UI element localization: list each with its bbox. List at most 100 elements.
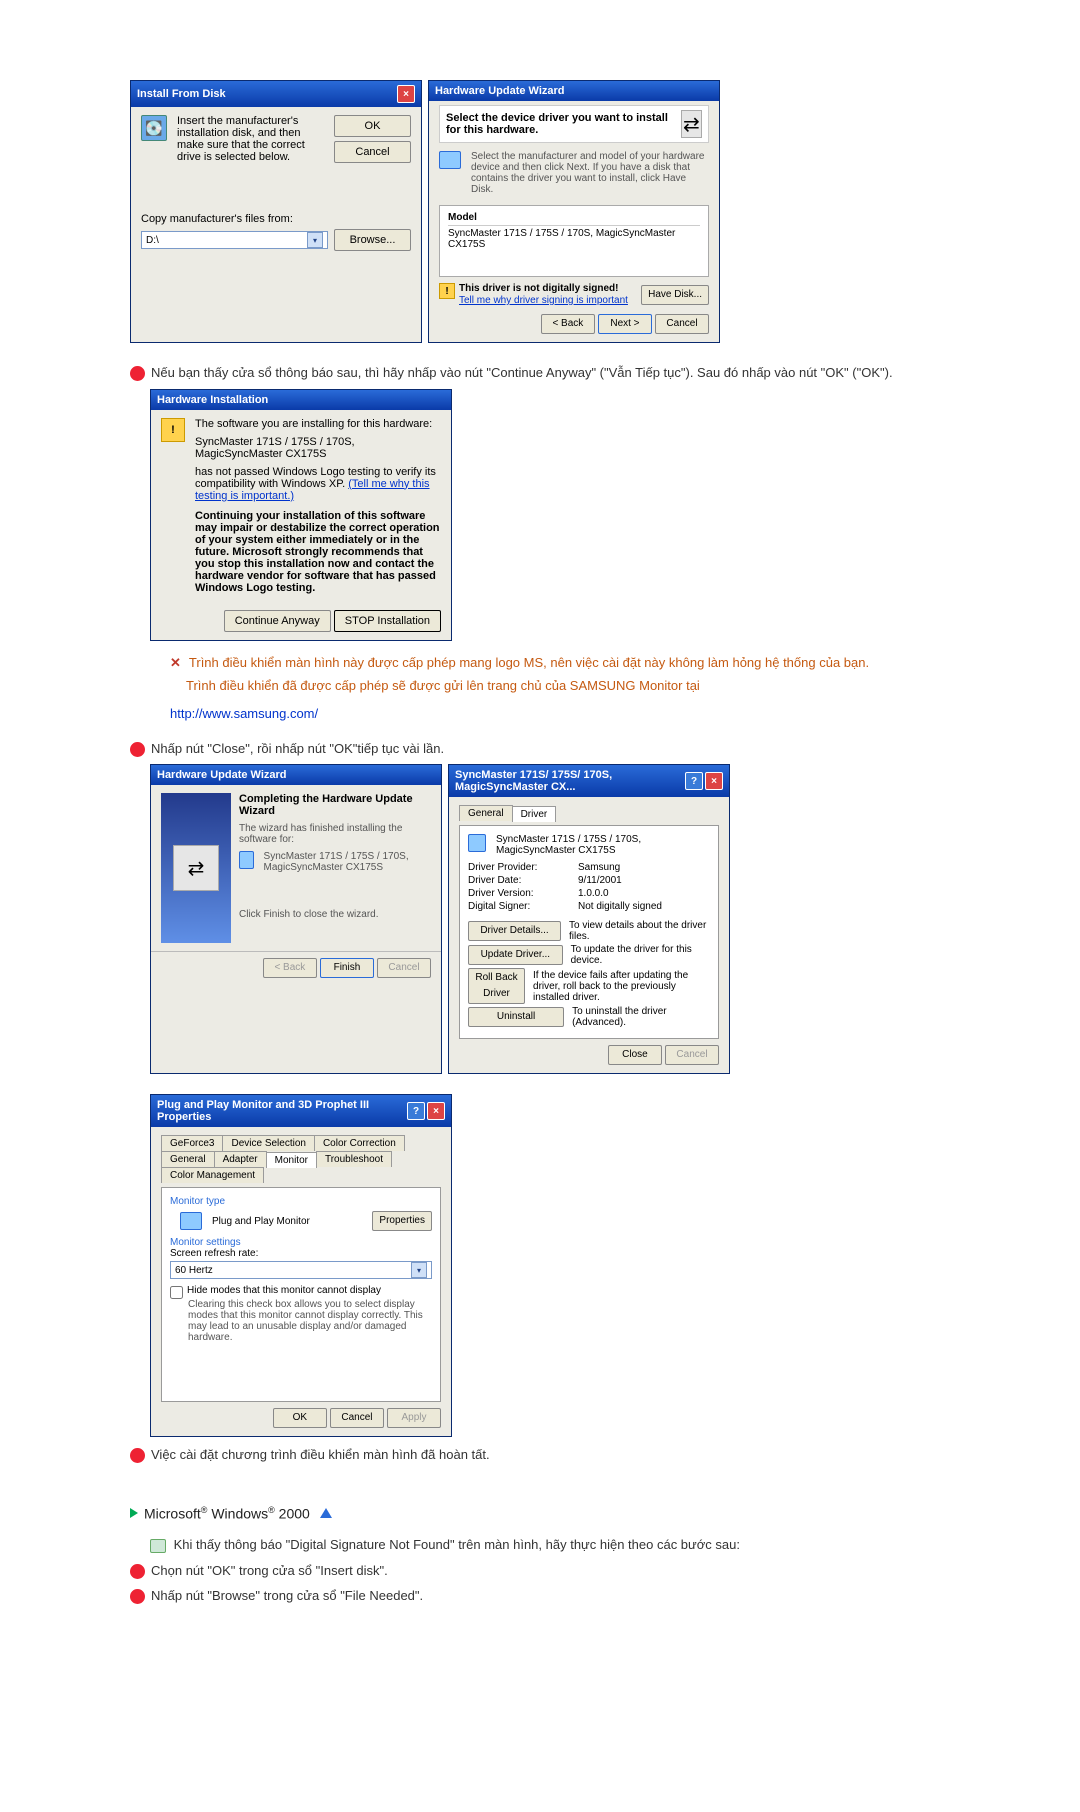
- rollback-driver-button[interactable]: Roll Back Driver: [468, 968, 525, 1004]
- chevron-down-icon[interactable]: ▾: [307, 232, 323, 248]
- uninstall-button[interactable]: Uninstall: [468, 1007, 564, 1027]
- step-10: 10Việc cài đặt chương trình điều khiển m…: [150, 1445, 950, 1465]
- dialog-title: Hardware Update Wizard: [435, 85, 565, 97]
- monitor-icon: [239, 851, 254, 869]
- tab-geforce3[interactable]: GeForce3: [161, 1135, 223, 1151]
- hide-modes-checkbox[interactable]: Hide modes that this monitor cannot disp…: [170, 1285, 432, 1299]
- disk-icon: 💽: [141, 115, 167, 141]
- up-arrow-icon[interactable]: [320, 1508, 332, 1518]
- monitor-icon: [439, 151, 461, 169]
- driver-details-button[interactable]: Driver Details...: [468, 921, 561, 941]
- wizard-icon: ⇄: [173, 845, 219, 891]
- have-disk-button[interactable]: Have Disk...: [641, 285, 709, 305]
- step-number-icon: 8: [130, 366, 145, 381]
- monitor-type-label: Monitor type: [170, 1196, 432, 1207]
- model-label: Model: [448, 212, 700, 223]
- device-name: SyncMaster 171S / 175S / 170S, MagicSync…: [496, 834, 710, 856]
- tab-driver[interactable]: Driver: [512, 806, 557, 822]
- win2000-step-2: 2Nhấp nút "Browse" trong cửa sổ "File Ne…: [150, 1586, 950, 1606]
- tab-general[interactable]: General: [459, 805, 513, 821]
- update-driver-button[interactable]: Update Driver...: [468, 945, 563, 965]
- warning-icon: !: [161, 418, 185, 442]
- ok-button[interactable]: OK: [334, 115, 411, 137]
- tell-me-link[interactable]: Tell me why driver signing is important: [459, 295, 628, 306]
- dialog-title: Install From Disk: [137, 88, 226, 100]
- back-button[interactable]: < Back: [541, 314, 595, 334]
- cancel-button: Cancel: [665, 1045, 719, 1065]
- help-icon[interactable]: ?: [685, 772, 703, 790]
- copy-files-label: Copy manufacturer's files from:: [141, 213, 411, 225]
- monitor-settings-label: Monitor settings: [170, 1237, 432, 1248]
- tab-color-management[interactable]: Color Management: [161, 1167, 264, 1183]
- chevron-down-icon[interactable]: ▾: [411, 1262, 427, 1278]
- win2000-intro: Khi thấy thông báo "Digital Signature No…: [150, 1535, 950, 1555]
- properties-button[interactable]: Properties: [372, 1211, 432, 1231]
- dialog-title: Hardware Update Wizard: [157, 769, 287, 781]
- os-heading: Microsoft® Windows® 2000: [130, 1505, 950, 1522]
- cancel-button[interactable]: Cancel: [655, 314, 709, 334]
- warn-line1: The software you are installing for this…: [195, 418, 441, 430]
- win2000-step-1: 1Chọn nút "OK" trong cửa sổ "Insert disk…: [150, 1561, 950, 1581]
- hw-update-complete-dialog: Hardware Update Wizard ⇄ Completing the …: [150, 764, 442, 1074]
- ok-button[interactable]: OK: [273, 1408, 327, 1428]
- model-value[interactable]: SyncMaster 171S / 175S / 170S, MagicSync…: [448, 225, 700, 250]
- wizard-subtitle: Select the device driver you want to ins…: [446, 112, 681, 136]
- complete-heading: Completing the Hardware Update Wizard: [239, 793, 413, 817]
- drive-select[interactable]: D:\ ▾: [141, 231, 328, 249]
- dialog-title: SyncMaster 171S/ 175S/ 170S, MagicSyncMa…: [455, 769, 685, 793]
- step-9: 9Nhấp nút "Close", rồi nhấp nút "OK"tiếp…: [150, 739, 950, 759]
- tab-color-correction[interactable]: Color Correction: [314, 1135, 405, 1151]
- tab-device-selection[interactable]: Device Selection: [222, 1135, 314, 1151]
- step-number-icon: 1: [130, 1564, 145, 1579]
- monitor-icon: [468, 834, 486, 852]
- install-from-disk-dialog: Install From Disk × 💽 Insert the manufac…: [130, 80, 422, 343]
- cancel-button: Cancel: [377, 958, 431, 978]
- step-number-icon: 2: [130, 1589, 145, 1604]
- close-icon[interactable]: ×: [397, 85, 415, 103]
- note-ms-logo: ✕Trình điều khiển màn hình này được cấp …: [170, 653, 950, 673]
- badge-icon: [150, 1539, 166, 1553]
- help-icon[interactable]: ?: [407, 1102, 425, 1120]
- note-driver-upload: Trình điều khiển đã được cấp phép sẽ đượ…: [186, 676, 950, 696]
- cancel-button[interactable]: Cancel: [334, 141, 411, 163]
- monitor-type-value: Plug and Play Monitor: [212, 1216, 310, 1227]
- warning-icon: !: [439, 283, 455, 299]
- browse-button[interactable]: Browse...: [334, 229, 411, 251]
- refresh-rate-select[interactable]: 60 Hertz ▾: [170, 1261, 432, 1279]
- complete-device: SyncMaster 171S / 175S / 170S, MagicSync…: [264, 851, 431, 873]
- complete-line1: The wizard has finished installing the s…: [239, 823, 431, 845]
- warn-body: Continuing your installation of this sof…: [195, 510, 441, 594]
- step-number-icon: 10: [130, 1448, 145, 1463]
- dialog-title: Plug and Play Monitor and 3D Prophet III…: [157, 1099, 407, 1123]
- wizard-icon: ⇄: [681, 110, 702, 138]
- tab-monitor[interactable]: Monitor: [266, 1152, 317, 1168]
- apply-button: Apply: [387, 1408, 441, 1428]
- tab-adapter[interactable]: Adapter: [214, 1151, 267, 1167]
- driver-properties-dialog: SyncMaster 171S/ 175S/ 170S, MagicSyncMa…: [448, 764, 730, 1074]
- close-icon[interactable]: ×: [427, 1102, 445, 1120]
- continue-anyway-button[interactable]: Continue Anyway: [224, 610, 331, 632]
- back-button: < Back: [263, 958, 317, 978]
- finish-button[interactable]: Finish: [320, 958, 374, 978]
- not-signed-text: This driver is not digitally signed!: [459, 283, 628, 294]
- hide-modes-help: Clearing this check box allows you to se…: [188, 1299, 432, 1343]
- step-8: 8Nếu bạn thấy cửa sổ thông báo sau, thì …: [150, 363, 950, 383]
- monitor-icon: [180, 1212, 202, 1230]
- samsung-url-link[interactable]: http://www.samsung.com/: [170, 706, 318, 721]
- close-icon[interactable]: ×: [705, 772, 723, 790]
- x-mark-icon: ✕: [170, 655, 181, 670]
- tab-troubleshoot[interactable]: Troubleshoot: [316, 1151, 392, 1167]
- next-button[interactable]: Next >: [598, 314, 652, 334]
- step-number-icon: 9: [130, 742, 145, 757]
- stop-installation-button[interactable]: STOP Installation: [334, 610, 441, 632]
- tab-general[interactable]: General: [161, 1151, 215, 1167]
- arrow-right-icon: [130, 1508, 138, 1518]
- install-instruction: Insert the manufacturer's installation d…: [177, 115, 324, 163]
- close-button[interactable]: Close: [608, 1045, 662, 1065]
- click-finish-text: Click Finish to close the wizard.: [239, 909, 431, 920]
- refresh-rate-label: Screen refresh rate:: [170, 1248, 432, 1259]
- dialog-title: Hardware Installation: [157, 394, 268, 406]
- cancel-button[interactable]: Cancel: [330, 1408, 384, 1428]
- helper-text: Select the manufacturer and model of you…: [471, 151, 709, 195]
- warn-line2: SyncMaster 171S / 175S / 170S, MagicSync…: [195, 436, 441, 460]
